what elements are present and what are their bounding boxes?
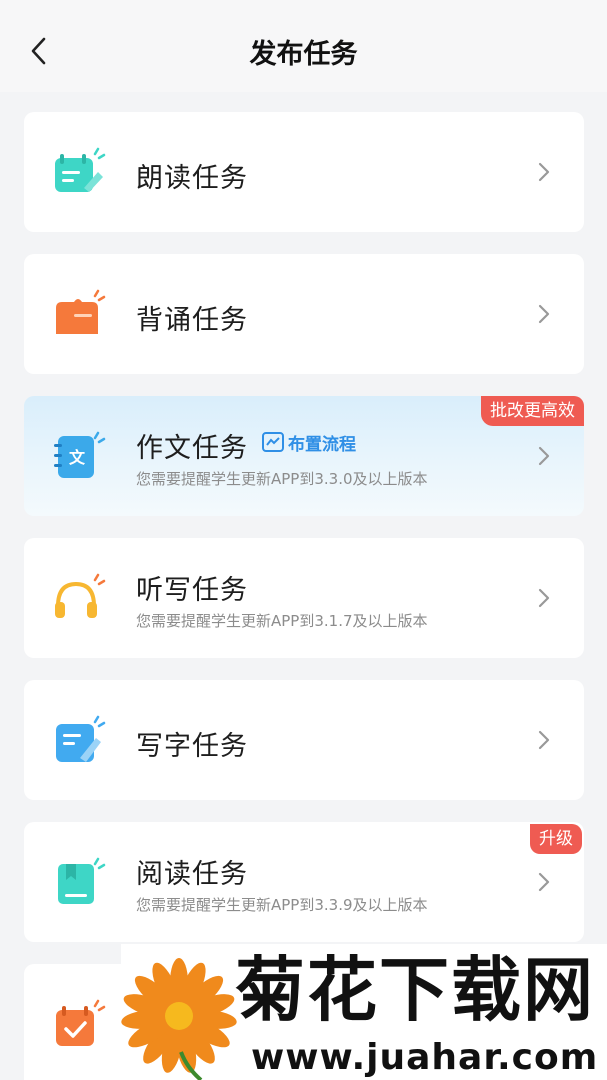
read-aloud-icon <box>55 147 106 192</box>
task-card-reading[interactable]: 阅读任务 您需要提醒学生更新APP到3.3.9及以上版本 升级 <box>24 822 584 942</box>
task-card-recite[interactable]: 背诵任务 <box>24 254 584 374</box>
task-title: 听写任务 <box>136 575 248 606</box>
task-card-dictation[interactable]: 听写任务 您需要提醒学生更新APP到3.1.7及以上版本 <box>24 538 584 658</box>
svg-text:文: 文 <box>69 448 86 467</box>
task-title: 写字任务 <box>136 731 248 762</box>
flow-chart-icon <box>262 432 284 452</box>
calendar-check-icon <box>56 999 106 1046</box>
chevron-right-icon <box>538 588 550 608</box>
task-subtitle: 您需要提醒学生更新APP到3.3.9及以上版本 <box>136 896 428 914</box>
top-bar: 发布任务 <box>0 0 607 92</box>
task-card-read-aloud[interactable]: 朗读任务 <box>24 112 584 232</box>
watermark-url: www.juahar.com <box>251 1037 599 1078</box>
chevron-right-icon <box>538 162 550 182</box>
task-title: 作文任务 <box>136 433 248 464</box>
status-badge: 批改更高效 <box>481 396 584 426</box>
setup-flow-link[interactable]: 布置流程 <box>262 430 356 455</box>
headphones-icon <box>55 573 106 618</box>
task-subtitle: 您需要提醒学生更新APP到3.1.7及以上版本 <box>136 612 428 630</box>
chevron-right-icon <box>538 446 550 466</box>
chevron-right-icon <box>538 730 550 750</box>
task-card-writing[interactable]: 写字任务 <box>24 680 584 800</box>
chevron-right-icon <box>538 872 550 892</box>
flower-logo-icon <box>121 958 237 1080</box>
book-icon <box>58 857 106 904</box>
task-title: 朗读任务 <box>136 163 248 194</box>
task-subtitle: 您需要提醒学生更新APP到3.3.0及以上版本 <box>136 470 428 488</box>
task-title: 背诵任务 <box>136 305 248 336</box>
upgrade-badge: 升级 <box>530 824 582 854</box>
chevron-right-icon <box>538 304 550 324</box>
page-title: 发布任务 <box>249 39 358 70</box>
recite-icon <box>56 289 106 334</box>
watermark-overlay: 菊花下载网 www.juahar.com <box>121 944 607 1080</box>
writing-icon <box>56 715 106 762</box>
essay-icon: 文 <box>54 431 106 478</box>
setup-flow-label: 布置流程 <box>288 434 356 455</box>
task-title: 阅读任务 <box>136 859 248 890</box>
watermark-name: 菊花下载网 <box>235 949 595 1031</box>
task-card-essay[interactable]: 文 作文任务 布置流程 您需要提醒学生更新APP到3.3.0及以上版本 批改更高… <box>24 396 584 516</box>
